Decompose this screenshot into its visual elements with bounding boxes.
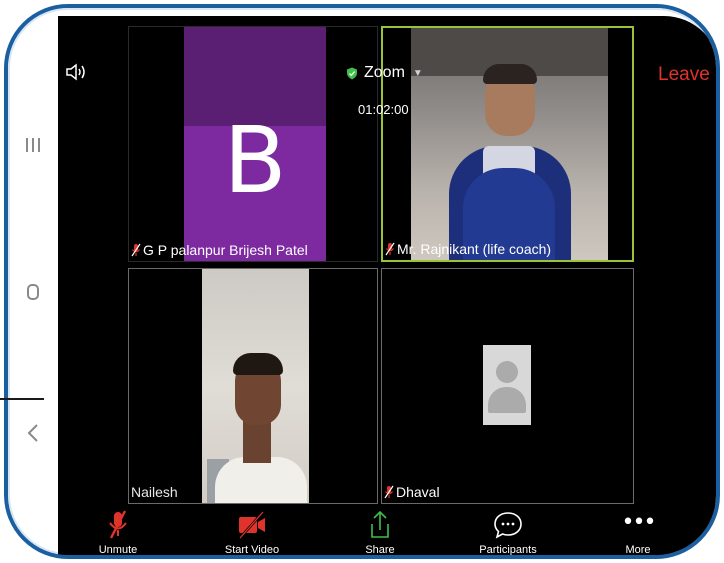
participant-name-tag: Nailesh — [131, 484, 178, 500]
participant-tile-3[interactable]: Nailesh — [128, 268, 378, 504]
mic-muted-icon — [384, 485, 394, 499]
recents-nav-button[interactable] — [20, 132, 46, 158]
share-button[interactable]: Share — [330, 504, 430, 556]
participant-name: Mr. Rajnikant (life coach) — [397, 241, 552, 257]
back-chevron-icon — [27, 424, 38, 442]
chat-bubble-icon — [494, 512, 522, 539]
chevron-down-icon: ▼ — [412, 67, 423, 79]
meeting-timer: 01:02:00 — [358, 102, 409, 117]
participant-name-tag: Mr. Rajnikant (life coach) — [385, 241, 551, 257]
video-off-icon — [239, 511, 265, 539]
more-label: More — [625, 544, 651, 556]
participant-name-tag: G P palanpur Brijesh Patel — [131, 242, 308, 258]
avatar-body-icon — [488, 387, 526, 413]
more-button[interactable]: ••• More — [588, 504, 688, 556]
video-person-shirt — [215, 457, 307, 503]
start-video-button[interactable]: Start Video — [202, 504, 302, 556]
avatar-letter: B — [223, 107, 287, 214]
app-brand-label: Zoom — [364, 64, 405, 81]
speaker-icon[interactable] — [65, 62, 89, 82]
meeting-toolbar: Unmute Start Video Share Participants ••… — [58, 504, 716, 556]
participants-label: Participants — [479, 544, 537, 556]
mic-muted-icon — [385, 242, 395, 256]
mic-muted-icon — [131, 243, 141, 257]
video-person-neck — [243, 419, 271, 463]
recents-icon — [26, 138, 40, 152]
participant-tile-1[interactable]: B G P palanpur Brijesh Patel — [128, 26, 378, 262]
avatar-head-icon — [496, 361, 518, 383]
participant-tile-2-active-speaker[interactable]: Mr. Rajnikant (life coach) — [381, 26, 634, 262]
back-nav-button[interactable] — [20, 422, 46, 448]
home-icon — [27, 284, 39, 300]
participant-avatar: B — [184, 27, 326, 261]
participant-name: Nailesh — [131, 484, 178, 500]
phone-frame: B G P palanpur Brijesh Patel Mr. Rajnika… — [4, 4, 720, 559]
external-edge-line — [0, 398, 44, 400]
ellipsis-icon: ••• — [621, 510, 657, 535]
mic-muted-icon — [109, 510, 127, 539]
video-person-hair — [233, 353, 283, 375]
start-video-label: Start Video — [224, 544, 280, 556]
unmute-button[interactable]: Unmute — [68, 504, 168, 556]
participant-name: Dhaval — [396, 484, 440, 500]
participants-button[interactable]: Participants — [458, 504, 558, 556]
participant-tile-4[interactable]: Dhaval — [381, 268, 634, 504]
participant-name-tag: Dhaval — [384, 484, 440, 500]
leave-button[interactable]: Leave — [658, 64, 710, 86]
participant-name: G P palanpur Brijesh Patel — [143, 242, 308, 258]
android-nav-bar — [8, 8, 58, 555]
default-avatar — [483, 345, 531, 425]
share-arrow-icon — [371, 510, 389, 538]
unmute-label: Unmute — [98, 544, 138, 556]
video-person-hair — [483, 64, 537, 84]
zoom-meeting-screen: B G P palanpur Brijesh Patel Mr. Rajnika… — [58, 16, 716, 556]
meeting-info-dropdown[interactable]: Zoom ▼ — [346, 64, 423, 82]
share-label: Share — [365, 544, 395, 556]
home-nav-button[interactable] — [20, 280, 46, 306]
shield-check-icon — [347, 67, 357, 79]
